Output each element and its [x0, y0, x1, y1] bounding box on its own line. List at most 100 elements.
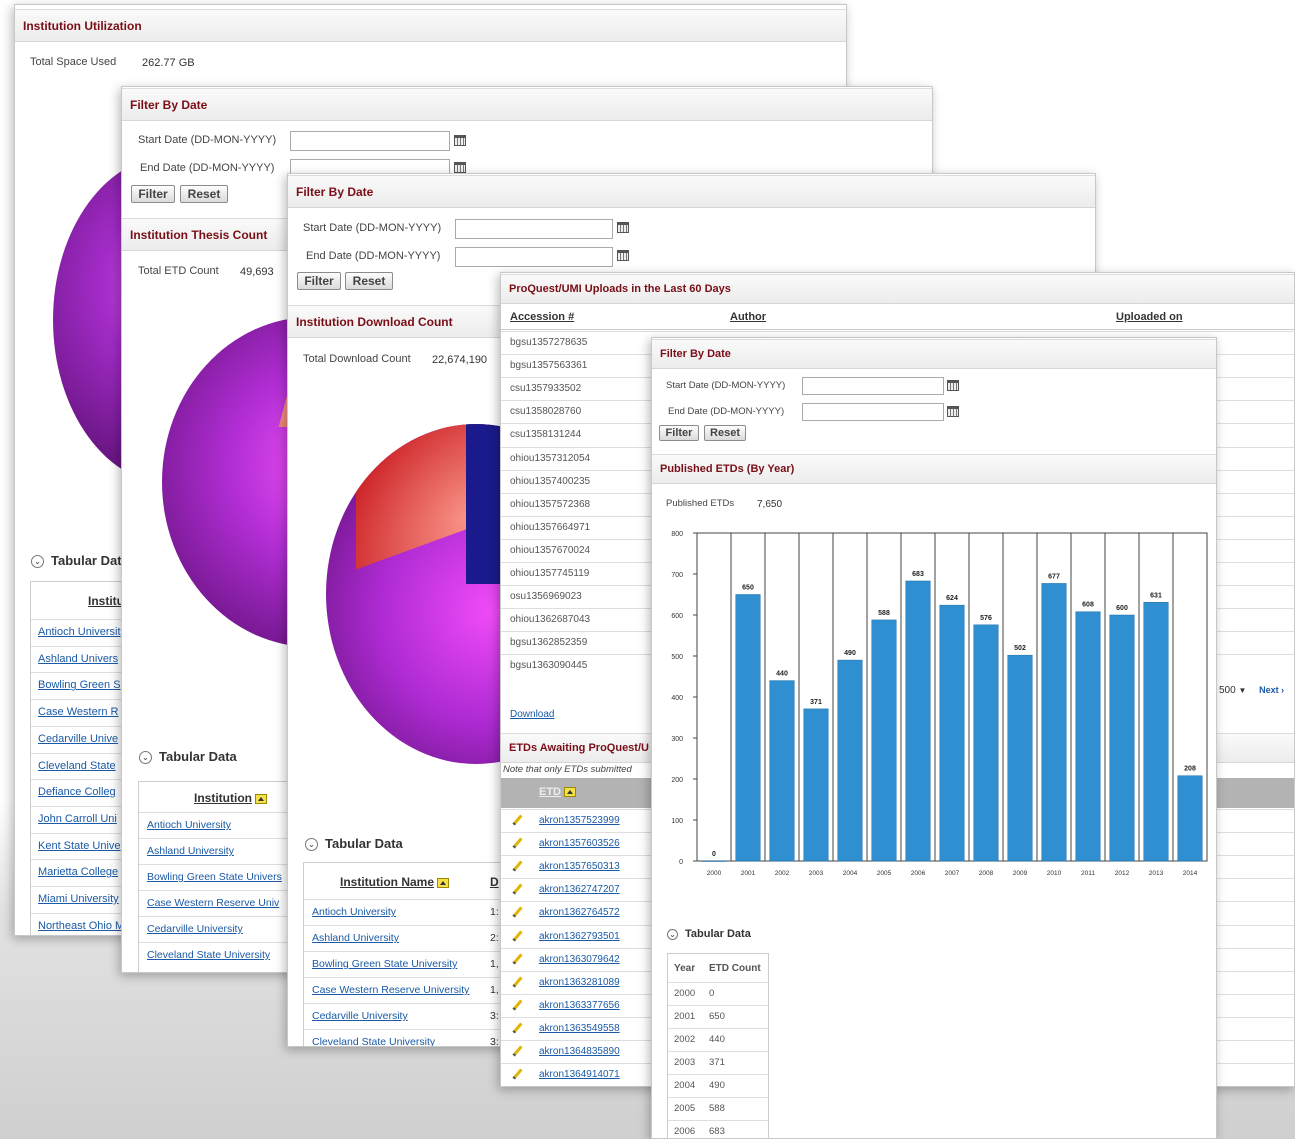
tabular-data-label: Tabular Data — [159, 749, 237, 764]
published-etds-value: 7,650 — [757, 499, 783, 510]
column-header-institution-name[interactable]: Institution Name — [340, 875, 450, 889]
start-date-input[interactable] — [455, 219, 613, 239]
institution-link[interactable]: Antioch University — [312, 906, 396, 918]
institution-link[interactable]: John Carroll Uni — [38, 813, 117, 825]
etd-link[interactable]: akron1362793501 — [539, 931, 620, 942]
x-tick-label: 2011 — [1081, 870, 1095, 877]
next-page-link[interactable]: Next › — [1259, 685, 1284, 695]
tabular-data-toggle[interactable]: ⌄ Tabular Data — [667, 928, 751, 940]
download-count-table: Institution Name D Antioch University 1: A… — [303, 862, 503, 1047]
institution-link[interactable]: Northeast Ohio M — [38, 920, 124, 932]
calendar-icon[interactable] — [617, 222, 629, 233]
etd-link[interactable]: akron1363549558 — [539, 1023, 620, 1034]
etd-link[interactable]: akron1357523999 — [539, 815, 620, 826]
chevron-down-icon[interactable]: ▼ — [1238, 686, 1246, 695]
calendar-icon[interactable] — [947, 380, 959, 391]
data-label: 576 — [980, 615, 992, 622]
column-header-etd-count[interactable]: ETD Count — [709, 963, 761, 974]
institution-link[interactable]: Cedarville University — [312, 1010, 408, 1022]
institution-link[interactable]: Antioch University — [147, 819, 231, 831]
institution-link[interactable]: Case Western Reserve University — [312, 984, 469, 996]
tabular-data-toggle[interactable]: ⌄ Tabular Data — [305, 836, 403, 852]
institution-link[interactable]: Cedarville University — [147, 923, 243, 935]
calendar-icon[interactable] — [617, 250, 629, 261]
institution-link[interactable]: Cedarville Unive — [38, 733, 118, 745]
data-label: 208 — [1184, 766, 1196, 773]
data-label: 440 — [776, 671, 788, 678]
column-header-etd[interactable]: ETD — [539, 786, 576, 798]
calendar-icon[interactable] — [947, 406, 959, 417]
institution-link[interactable]: Marietta College — [38, 866, 118, 878]
x-tick-label: 2012 — [1115, 870, 1130, 877]
column-header-downloads[interactable]: D — [490, 875, 499, 889]
etd-link[interactable]: akron1362764572 — [539, 907, 620, 918]
page-size-select[interactable]: 500 — [1219, 685, 1236, 696]
end-date-input[interactable] — [802, 403, 944, 421]
tabular-data-toggle[interactable]: ⌄ Tabular Data — [139, 749, 237, 765]
etd-link[interactable]: akron1357650313 — [539, 861, 620, 872]
y-tick-label: 700 — [671, 572, 683, 579]
published-etds-label: Published ETDs — [666, 498, 735, 509]
etd-link[interactable]: akron1364914071 — [539, 1069, 620, 1080]
institution-link[interactable]: Case Western Reserve Univ — [147, 897, 279, 909]
data-label: 683 — [912, 571, 924, 578]
sort-ascending-icon[interactable] — [254, 793, 267, 804]
year-cell: 2003 — [674, 1057, 696, 1068]
column-header-accession[interactable]: Accession # — [510, 311, 574, 323]
institution-link[interactable]: Bowling Green State University — [312, 958, 457, 970]
reset-button[interactable]: Reset — [704, 425, 746, 441]
end-date-input[interactable] — [455, 247, 613, 267]
download-link[interactable]: Download — [510, 709, 554, 720]
column-header-author[interactable]: Author — [730, 311, 766, 323]
institution-link[interactable]: Miami University — [38, 893, 119, 905]
download-count-value: 3: — [490, 1036, 499, 1047]
filter-button[interactable]: Filter — [131, 185, 175, 203]
sort-descending-icon[interactable] — [564, 787, 576, 798]
tabular-data-label: Tabular Dat — [51, 553, 122, 568]
bar — [1041, 583, 1067, 862]
institution-link[interactable]: Cleveland State — [38, 760, 116, 772]
bar — [1075, 611, 1101, 862]
filter-button[interactable]: Filter — [659, 425, 699, 441]
institution-link[interactable]: Defiance Colleg — [38, 786, 116, 798]
filter-title: Filter By Date — [288, 175, 1095, 208]
column-header-institution[interactable]: Institu — [88, 594, 124, 608]
start-date-input[interactable] — [290, 131, 450, 151]
etd-link[interactable]: akron1364835890 — [539, 1046, 620, 1057]
institution-link[interactable]: Cleveland State University — [312, 1036, 435, 1046]
filter-button[interactable]: Filter — [297, 272, 341, 290]
column-header-institution[interactable]: Institution — [194, 791, 267, 805]
start-date-input[interactable] — [802, 377, 944, 395]
accession-number: bgsu1357563361 — [510, 360, 588, 372]
institution-link[interactable]: Bowling Green S — [38, 679, 121, 691]
institution-link[interactable]: Antioch Universit — [38, 626, 121, 638]
column-header-year[interactable]: Year — [674, 963, 695, 974]
data-label: 0 — [712, 851, 716, 858]
x-tick-label: 2005 — [877, 870, 892, 877]
data-label: 650 — [742, 585, 754, 592]
reset-button[interactable]: Reset — [345, 272, 393, 290]
institution-link[interactable]: Ashland University — [312, 932, 399, 944]
institution-link[interactable]: Cleveland State University — [147, 949, 270, 961]
calendar-icon[interactable] — [454, 162, 466, 173]
etd-link[interactable]: akron1363079642 — [539, 954, 620, 965]
institution-link[interactable]: Ashland University — [147, 845, 234, 857]
column-header-uploaded-on[interactable]: Uploaded on — [1116, 311, 1183, 323]
etd-link[interactable]: akron1363281089 — [539, 977, 620, 988]
bar — [1007, 654, 1033, 862]
sort-ascending-icon[interactable] — [437, 877, 450, 888]
institution-link[interactable]: Ashland Univers — [38, 653, 118, 665]
etd-link[interactable]: akron1362747207 — [539, 884, 620, 895]
x-tick-label: 2009 — [1013, 870, 1028, 877]
reset-button[interactable]: Reset — [180, 185, 228, 203]
x-tick-label: 2013 — [1149, 870, 1164, 877]
institution-link[interactable]: Kent State Unive — [38, 840, 121, 852]
etd-link[interactable]: akron1357603526 — [539, 838, 620, 849]
institution-link[interactable]: Bowling Green State Univers — [147, 871, 282, 883]
etd-link[interactable]: akron1363377656 — [539, 1000, 620, 1011]
accession-number: ohiou1357670024 — [510, 544, 591, 556]
institution-link[interactable]: Case Western R — [38, 706, 119, 718]
uploads-table-header: Accession # Author Uploaded on — [501, 305, 1294, 330]
calendar-icon[interactable] — [454, 135, 466, 146]
tabular-data-toggle[interactable]: ⌄ Tabular Dat — [31, 553, 122, 569]
